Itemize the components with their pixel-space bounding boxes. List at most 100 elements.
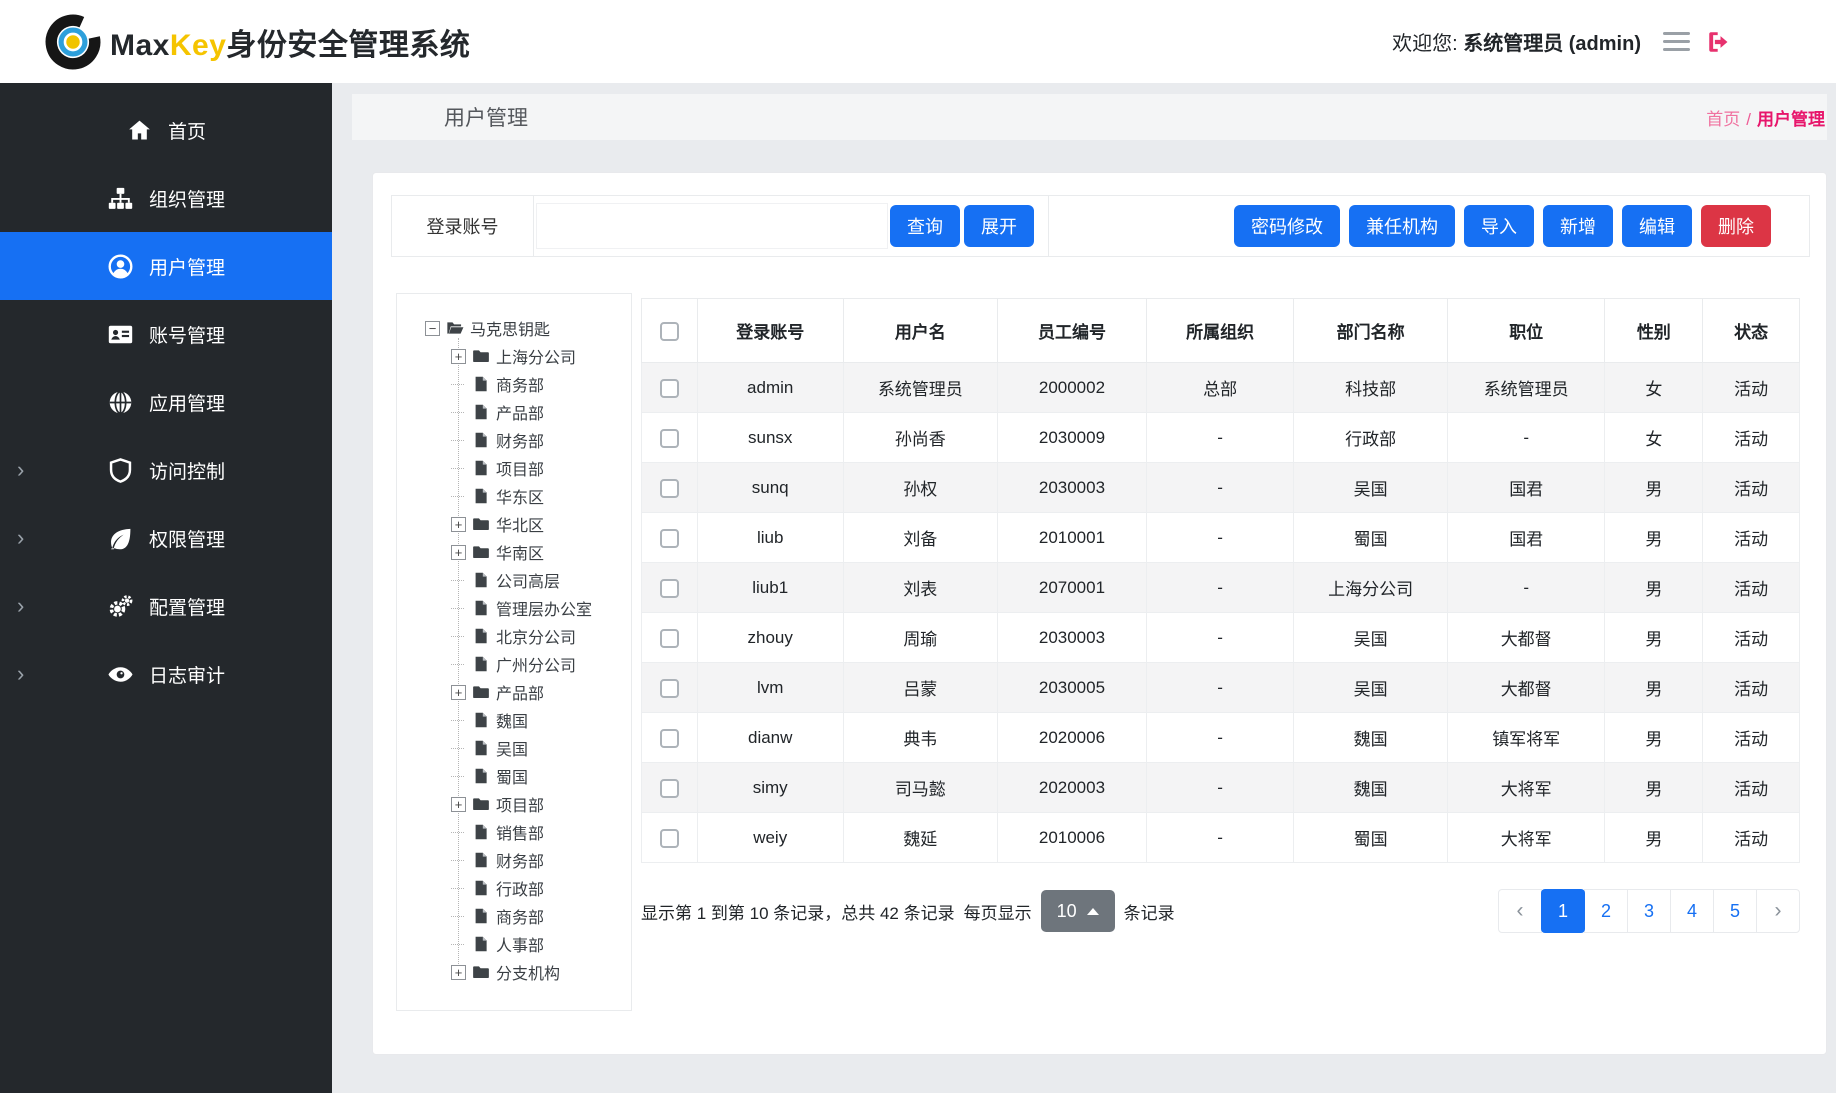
select-all-checkbox[interactable]: [660, 322, 679, 341]
tree-node[interactable]: 人事部: [451, 930, 544, 958]
row-checkbox[interactable]: [660, 679, 679, 698]
tree-node[interactable]: −马克思钥匙: [425, 314, 550, 342]
next-page-button[interactable]: ›: [1756, 889, 1800, 933]
breadcrumb-separator: /: [1746, 110, 1751, 129]
tree-node[interactable]: 行政部: [451, 874, 544, 902]
tree-node[interactable]: +上海分公司: [451, 342, 576, 370]
expand-toggle-icon[interactable]: +: [451, 965, 466, 980]
column-header: 状态: [1703, 299, 1800, 363]
page-button-4[interactable]: 4: [1670, 889, 1714, 933]
tree-node-label: 财务部: [496, 428, 544, 452]
page-button-5[interactable]: 5: [1713, 889, 1757, 933]
menu-icon[interactable]: [1663, 32, 1690, 52]
expand-toggle-icon[interactable]: +: [451, 545, 466, 560]
tree-node[interactable]: 管理层办公室: [451, 594, 592, 622]
table-cell: 典韦: [843, 713, 998, 763]
breadcrumb-home-link[interactable]: 首页: [1706, 110, 1740, 129]
table-row[interactable]: sunsx孙尚香2030009-行政部-女活动: [642, 413, 1800, 463]
tree-node[interactable]: +产品部: [451, 678, 544, 706]
tree-node[interactable]: 财务部: [451, 426, 544, 454]
sidebar-item-account[interactable]: 账号管理: [0, 300, 332, 368]
sidebar-item-perm[interactable]: ›权限管理: [0, 504, 332, 572]
row-checkbox-cell: [642, 663, 698, 713]
prev-page-button[interactable]: ‹: [1498, 889, 1542, 933]
collapse-toggle-icon[interactable]: −: [425, 321, 440, 336]
shield-icon: [107, 457, 134, 484]
table-row[interactable]: sunq孙权2030003-吴国国君男活动: [642, 463, 1800, 513]
row-checkbox[interactable]: [660, 579, 679, 598]
toolbar-divider: [1048, 196, 1049, 256]
table-cell: 行政部: [1294, 413, 1448, 463]
expand-button[interactable]: 展开: [964, 205, 1034, 247]
tree-node[interactable]: +华北区: [451, 510, 544, 538]
tree-node[interactable]: 财务部: [451, 846, 544, 874]
column-header: 所属组织: [1146, 299, 1294, 363]
table-row[interactable]: weiy魏延2010006-蜀国大将军男活动: [642, 813, 1800, 863]
add-button[interactable]: 新增: [1543, 205, 1613, 247]
page-button-3[interactable]: 3: [1627, 889, 1671, 933]
tree-node[interactable]: 蜀国: [451, 762, 528, 790]
table-row[interactable]: admin系统管理员2000002总部科技部系统管理员女活动: [642, 363, 1800, 413]
delete-button[interactable]: 删除: [1701, 205, 1771, 247]
tree-node[interactable]: 吴国: [451, 734, 528, 762]
tree-node-label: 魏国: [496, 708, 528, 732]
table-row[interactable]: zhouy周瑜2030003-吴国大都督男活动: [642, 613, 1800, 663]
tree-node[interactable]: + 项目部: [451, 790, 544, 818]
user-table: 登录账号用户名员工编号所属组织部门名称职位性别状态admin系统管理员20000…: [641, 298, 1800, 863]
page-button-1[interactable]: 1: [1541, 889, 1585, 933]
sidebar-item-config[interactable]: ›配置管理: [0, 572, 332, 640]
tree-node[interactable]: 公司高层: [451, 566, 560, 594]
table-cell: -: [1146, 763, 1294, 813]
row-checkbox[interactable]: [660, 779, 679, 798]
row-checkbox[interactable]: [660, 729, 679, 748]
tree-node[interactable]: 广州分公司: [451, 650, 576, 678]
table-cell: 上海分公司: [1294, 563, 1448, 613]
sidebar-item-app[interactable]: 应用管理: [0, 368, 332, 436]
tree-node[interactable]: +华南区: [451, 538, 544, 566]
login-account-input[interactable]: [536, 203, 888, 249]
tree-node[interactable]: 华东区: [451, 482, 544, 510]
change-password-button[interactable]: 密码修改: [1234, 205, 1340, 247]
table-cell: 男: [1605, 813, 1703, 863]
tree-node[interactable]: 商务部: [451, 902, 544, 930]
expand-toggle-icon[interactable]: +: [451, 349, 466, 364]
table-cell: 2030005: [998, 663, 1147, 713]
sidebar-item-audit[interactable]: ›日志审计: [0, 640, 332, 708]
table-row[interactable]: dianw典韦2020006-魏国镇军将军男活动: [642, 713, 1800, 763]
tree-node[interactable]: 项目部: [451, 454, 544, 482]
tree-node[interactable]: 产品部: [451, 398, 544, 426]
tree-node[interactable]: 商务部: [451, 370, 544, 398]
import-button[interactable]: 导入: [1464, 205, 1534, 247]
edit-button[interactable]: 编辑: [1622, 205, 1692, 247]
breadcrumb-current: 用户管理: [1757, 110, 1825, 129]
page-button-2[interactable]: 2: [1584, 889, 1628, 933]
sidebar-item-org[interactable]: 组织管理: [0, 164, 332, 232]
row-checkbox[interactable]: [660, 379, 679, 398]
expand-toggle-icon[interactable]: +: [451, 797, 466, 812]
concurrent-org-button[interactable]: 兼任机构: [1349, 205, 1455, 247]
expand-toggle-icon[interactable]: +: [451, 517, 466, 532]
query-button[interactable]: 查询: [890, 205, 960, 247]
logout-icon[interactable]: [1706, 29, 1732, 55]
row-checkbox[interactable]: [660, 479, 679, 498]
tree-node[interactable]: 北京分公司: [451, 622, 576, 650]
row-checkbox[interactable]: [660, 629, 679, 648]
tree-node-label: 项目部: [496, 792, 544, 816]
table-row[interactable]: simy司马懿2020003-魏国大将军男活动: [642, 763, 1800, 813]
sidebar-item-access[interactable]: ›访问控制: [0, 436, 332, 504]
page-size-select[interactable]: 10: [1041, 890, 1115, 932]
expand-toggle-icon[interactable]: +: [451, 685, 466, 700]
table-cell: 2030003: [998, 613, 1147, 663]
tree-node[interactable]: 销售部: [451, 818, 544, 846]
sidebar-item-user[interactable]: 用户管理: [0, 232, 332, 300]
sidebar-item-home[interactable]: 首页: [0, 96, 332, 164]
table-row[interactable]: liub1刘表2070001-上海分公司-男活动: [642, 563, 1800, 613]
row-checkbox[interactable]: [660, 829, 679, 848]
row-checkbox[interactable]: [660, 429, 679, 448]
tree-node[interactable]: 魏国: [451, 706, 528, 734]
table-row[interactable]: liub刘备2010001-蜀国国君男活动: [642, 513, 1800, 563]
tree-node[interactable]: +分支机构: [451, 958, 560, 986]
table-cell: 蜀国: [1294, 513, 1448, 563]
row-checkbox[interactable]: [660, 529, 679, 548]
table-row[interactable]: lvm吕蒙2030005-吴国大都督男活动: [642, 663, 1800, 713]
